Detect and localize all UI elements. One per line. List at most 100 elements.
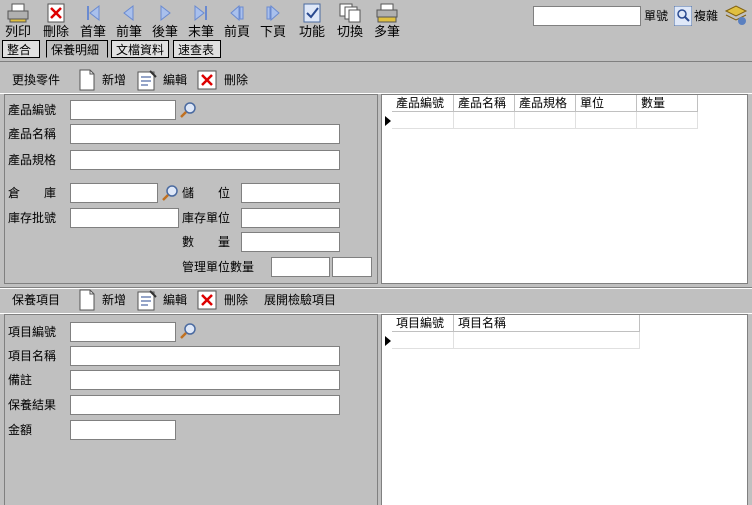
mgmt-unit-qty-label: 管理單位數量 [182,260,255,274]
row-pointer-icon [385,336,391,346]
grid-header[interactable]: 產品編號 [392,95,454,112]
next-page-button[interactable]: 下頁 [255,0,291,40]
item-name-input[interactable] [70,346,340,366]
last-icon [194,4,207,22]
last-record-button[interactable]: 末筆 [183,0,219,40]
batch-no-input[interactable] [70,208,179,228]
printer-icon [7,3,29,23]
lookup-icon[interactable] [179,322,197,340]
parts-edit-button[interactable]: 編輯 [163,70,187,90]
function-icon [303,3,321,23]
maintenance-add-button[interactable]: 新增 [102,290,126,310]
next-page-icon [266,4,280,22]
table-cell[interactable] [637,112,698,129]
batch-no-label: 庫存批號 [8,211,57,225]
tab-documents[interactable]: 文檔資料 [111,40,169,58]
result-input[interactable] [70,395,340,415]
new-doc-icon[interactable] [78,289,96,311]
grid-header[interactable]: 單位 [576,95,637,112]
item-no-input[interactable] [70,322,176,342]
item-no-label: 項目編號 [8,325,57,339]
stack-gear-icon [724,5,748,25]
grid-header[interactable]: 項目名稱 [454,315,640,332]
parts-add-button[interactable]: 新增 [102,70,126,90]
delete-icon [47,3,65,23]
edit-doc-icon[interactable] [136,289,158,311]
prev-page-button[interactable]: 前頁 [219,0,255,40]
grid-header[interactable]: 產品規格 [515,95,576,112]
grid-header[interactable]: 產品名稱 [454,95,515,112]
parts-toolbar: 更換零件 新增 編輯 刪除 [0,69,752,91]
location-label: 儲 位 [182,186,231,200]
product-no-input[interactable] [70,100,176,120]
remark-label: 備註 [8,373,33,387]
maintenance-title: 保養項目 [12,293,61,307]
maintenance-toolbar: 保養項目 新增 編輯 刪除 展開檢驗項目 [0,289,752,311]
parts-title: 更換零件 [12,73,61,87]
copy-button[interactable] [724,3,748,27]
delete-icon[interactable] [197,70,217,90]
switch-button[interactable]: 切換 [332,0,368,40]
delete-icon[interactable] [197,290,217,310]
delete-button[interactable]: 刪除 [38,0,74,40]
quantity-input[interactable] [241,232,340,252]
edit-doc-icon[interactable] [136,69,158,91]
table-cell[interactable] [392,332,454,349]
grid-header[interactable]: 項目編號 [392,315,454,332]
tab-integration[interactable]: 整合 [2,40,40,58]
remark-input[interactable] [70,370,340,390]
prev-record-button[interactable]: 前筆 [111,0,147,40]
switch-icon [339,3,361,23]
table-cell[interactable] [454,332,640,349]
product-spec-label: 產品規格 [8,153,57,167]
warehouse-input[interactable] [70,183,158,203]
prev-page-icon [230,4,244,22]
maintenance-delete-button[interactable]: 刪除 [224,290,248,310]
product-name-input[interactable] [70,124,340,144]
tab-separator [0,61,752,62]
result-label: 保養結果 [8,398,57,412]
doc-search-input[interactable] [533,6,641,26]
doc-no-label: 單號 [644,9,669,23]
product-spec-input[interactable] [70,150,340,170]
tab-quick-lookup[interactable]: 速查表 [173,40,221,58]
warehouse-label: 倉 庫 [8,186,57,200]
product-name-label: 產品名稱 [8,127,57,141]
stock-unit-label: 庫存單位 [182,211,231,225]
mgmt-unit-input[interactable] [332,257,372,277]
multi-record-button[interactable]: 多筆 [369,0,405,40]
next-icon [160,4,171,22]
function-button[interactable]: 功能 [294,0,330,40]
row-pointer-icon [385,116,391,126]
table-cell[interactable] [515,112,576,129]
stock-unit-input[interactable] [241,208,340,228]
next-record-button[interactable]: 後筆 [147,0,183,40]
table-cell[interactable] [454,112,515,129]
grid-header[interactable]: 數量 [637,95,698,112]
print-button[interactable]: 列印 [0,0,36,40]
quantity-label: 數 量 [182,235,231,249]
maintenance-grid[interactable]: 項目編號 項目名稱 [381,314,748,505]
mgmt-unit-qty-input[interactable] [271,257,330,277]
new-doc-icon[interactable] [78,69,96,91]
expand-inspection-button[interactable]: 展開檢驗項目 [264,290,336,310]
parts-grid[interactable]: 產品編號 產品名稱 產品規格 單位 數量 [381,94,748,284]
lookup-icon[interactable] [161,184,179,202]
parts-delete-button[interactable]: 刪除 [224,70,248,90]
maintenance-edit-button[interactable]: 編輯 [163,290,187,310]
amount-input[interactable] [70,420,176,440]
prev-icon [123,4,134,22]
table-cell[interactable] [392,112,454,129]
table-cell[interactable] [576,112,637,129]
printer-stack-icon [376,3,398,23]
tab-maintenance-details[interactable]: 保養明細 [46,40,108,58]
amount-label: 金額 [8,423,33,437]
location-input[interactable] [241,183,340,203]
copy-label[interactable]: 複雜 [694,6,718,26]
first-icon [87,4,100,22]
search-button[interactable] [673,5,693,27]
lookup-icon[interactable] [179,101,197,119]
product-no-label: 產品編號 [8,103,57,117]
magnifier-icon [673,5,693,27]
first-record-button[interactable]: 首筆 [75,0,111,40]
